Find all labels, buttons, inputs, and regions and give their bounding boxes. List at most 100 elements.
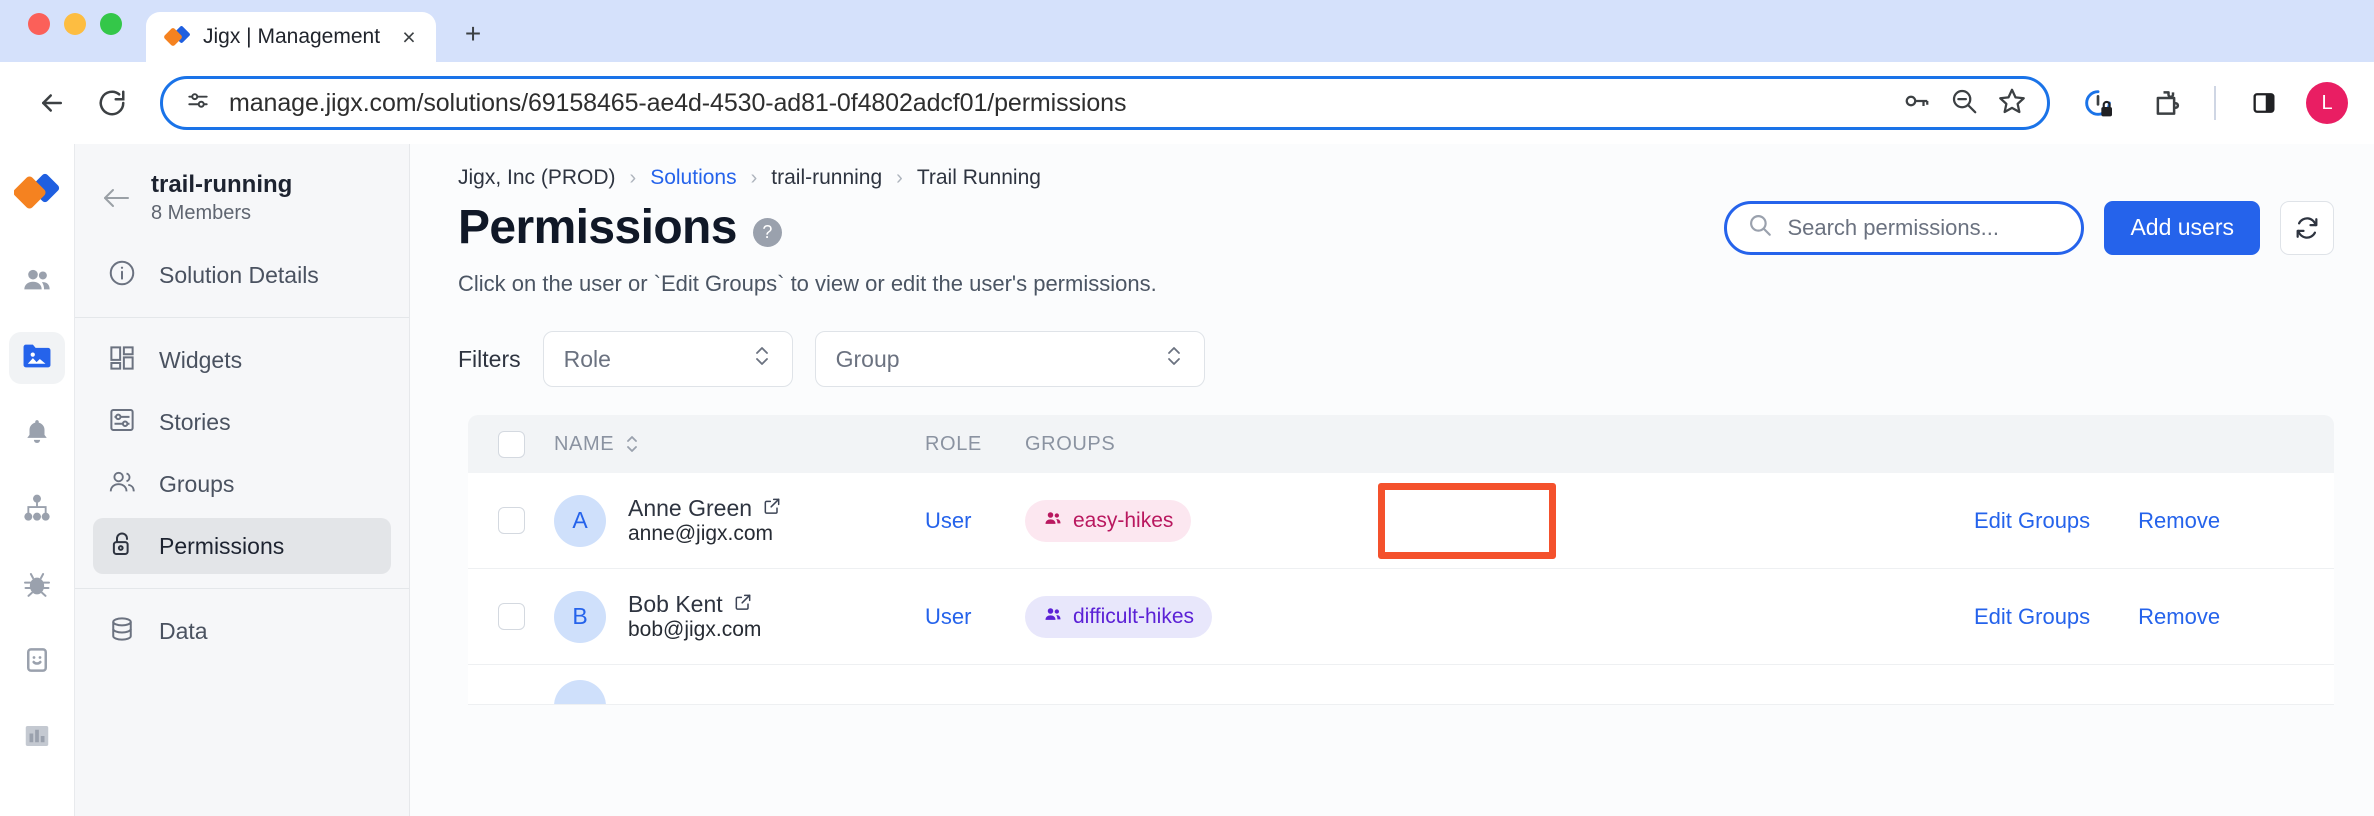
side-panel-icon[interactable] — [2238, 77, 2290, 129]
group-filter-select[interactable]: Group — [814, 331, 1205, 387]
sidebar-item-widgets[interactable]: Widgets — [93, 332, 391, 388]
sidebar-item-label: Permissions — [159, 532, 285, 559]
jigx-logo-icon — [164, 24, 190, 50]
people-icon — [21, 264, 53, 301]
user-email: anne@jigx.com — [628, 522, 774, 545]
column-header-name[interactable]: NAME — [525, 433, 925, 456]
password-key-icon[interactable] — [1901, 86, 1931, 121]
toolbar-divider — [2214, 86, 2216, 120]
filters-row: Filters Role Group — [458, 331, 2334, 387]
back-arrow-icon[interactable] — [26, 77, 78, 129]
site-settings-icon[interactable] — [185, 88, 211, 119]
database-icon — [107, 614, 137, 649]
sidebar-item-solution-details[interactable]: Solution Details — [93, 247, 391, 303]
new-tab-button[interactable]: + — [458, 18, 488, 50]
window-controls — [28, 0, 122, 62]
breadcrumb-item-solutions[interactable]: Solutions — [650, 166, 736, 190]
main-content: Jigx, Inc (PROD) › Solutions › trail-run… — [410, 144, 2374, 816]
rail-item-notifications[interactable] — [9, 408, 65, 460]
table-row[interactable]: A Anne Green anne@jigx.com User easy-hik… — [468, 473, 2334, 569]
application-body: trail-running 8 Members Solution Details — [0, 144, 2374, 816]
select-all-checkbox[interactable] — [498, 430, 525, 458]
privacy-lock-icon[interactable] — [2072, 77, 2124, 129]
sidebar-item-label: Data — [159, 617, 208, 644]
rail-item-device[interactable] — [9, 636, 65, 688]
back-arrow-icon[interactable] — [101, 187, 131, 213]
group-chip-label: easy-hikes — [1073, 508, 1174, 532]
browser-tab[interactable]: Jigx | Management × — [146, 12, 436, 62]
avatar — [554, 679, 606, 704]
group-chip[interactable]: easy-hikes — [1025, 499, 1192, 542]
sidebar-group-3: Data — [75, 603, 409, 659]
reload-icon[interactable] — [86, 77, 138, 129]
refresh-icon[interactable] — [2280, 200, 2334, 255]
cell-name[interactable] — [525, 665, 925, 704]
search-input[interactable] — [1787, 214, 2076, 241]
user-role-link[interactable]: User — [925, 604, 971, 629]
browser-window: Jigx | Management × + manage.jigx.com/so… — [0, 0, 2374, 816]
row-checkbox[interactable] — [498, 603, 525, 630]
user-role-link[interactable]: User — [925, 508, 971, 533]
address-bar[interactable]: manage.jigx.com/solutions/69158465-ae4d-… — [160, 76, 2050, 130]
sidebar-divider — [75, 588, 409, 589]
cell-name[interactable]: B Bob Kent bob@jigx.com — [525, 590, 925, 643]
remove-link[interactable]: Remove — [2138, 604, 2220, 630]
cell-name[interactable]: A Anne Green anne@jigx.com — [525, 494, 925, 547]
role-filter-select[interactable]: Role — [542, 331, 793, 387]
edit-groups-link[interactable]: Edit Groups — [1974, 604, 2090, 630]
column-label: NAME — [554, 432, 615, 455]
breadcrumb-item-org: Jigx, Inc (PROD) — [458, 166, 616, 189]
rail-item-solutions[interactable] — [9, 332, 65, 384]
external-link-icon[interactable] — [762, 495, 782, 522]
avatar: A — [554, 494, 606, 547]
chevron-updown-icon — [1164, 343, 1184, 375]
solution-sidebar: trail-running 8 Members Solution Details — [75, 144, 410, 816]
group-people-icon — [1043, 508, 1063, 534]
user-name[interactable]: Anne Green — [628, 495, 752, 522]
groups-people-icon — [107, 467, 137, 502]
rail-item-hierarchy[interactable] — [9, 484, 65, 536]
close-icon[interactable]: × — [396, 25, 422, 49]
remove-link[interactable]: Remove — [2138, 508, 2220, 534]
sidebar-item-label: Stories — [159, 408, 231, 435]
bar-chart-icon — [22, 721, 52, 756]
page-subtitle: Click on the user or `Edit Groups` to vi… — [458, 271, 1157, 296]
lock-icon — [107, 529, 137, 564]
breadcrumb-item-solution[interactable]: trail-running — [771, 166, 882, 190]
widgets-grid-icon — [107, 343, 137, 378]
sidebar-item-stories[interactable]: Stories — [93, 394, 391, 450]
sidebar-item-data[interactable]: Data — [93, 603, 391, 659]
maximize-window-button[interactable] — [100, 13, 122, 35]
sidebar-group-2: Widgets Stories Groups Permissions — [75, 332, 409, 574]
org-chart-icon — [21, 492, 53, 529]
edit-groups-link[interactable]: Edit Groups — [1974, 508, 2090, 534]
column-header-role: ROLE — [925, 432, 982, 455]
group-chip-label: difficult-hikes — [1073, 604, 1194, 628]
search-box[interactable] — [1724, 200, 2085, 255]
bookmark-star-icon[interactable] — [1997, 86, 2027, 121]
zoom-out-icon[interactable] — [1949, 86, 1979, 121]
table-row[interactable]: B Bob Kent bob@jigx.com User difficult-h… — [468, 569, 2334, 665]
user-name[interactable]: Bob Kent — [628, 591, 723, 618]
info-circle-icon — [107, 258, 137, 293]
close-window-button[interactable] — [28, 13, 50, 35]
row-checkbox[interactable] — [498, 507, 525, 534]
sidebar-item-groups[interactable]: Groups — [93, 456, 391, 512]
sidebar-item-label: Solution Details — [159, 261, 319, 288]
group-filter-value: Group — [835, 345, 900, 372]
rail-item-analytics[interactable] — [9, 712, 65, 764]
sidebar-item-permissions[interactable]: Permissions — [93, 518, 391, 574]
minimize-window-button[interactable] — [64, 13, 86, 35]
help-question-icon[interactable]: ? — [752, 218, 782, 247]
jigx-logo-icon[interactable] — [13, 170, 60, 216]
browser-toolbar: manage.jigx.com/solutions/69158465-ae4d-… — [0, 62, 2374, 144]
table-row[interactable] — [468, 665, 2334, 705]
permissions-table: NAME ROLE GROUPS A Anne Green anne@jigx.… — [468, 415, 2334, 705]
rail-item-debug[interactable] — [9, 560, 65, 612]
external-link-icon[interactable] — [733, 591, 753, 618]
add-users-button[interactable]: Add users — [2104, 200, 2260, 255]
rail-item-users[interactable] — [9, 256, 65, 308]
group-chip[interactable]: difficult-hikes — [1025, 595, 1212, 638]
profile-avatar[interactable]: L — [2306, 82, 2348, 124]
extensions-puzzle-icon[interactable] — [2140, 77, 2192, 129]
